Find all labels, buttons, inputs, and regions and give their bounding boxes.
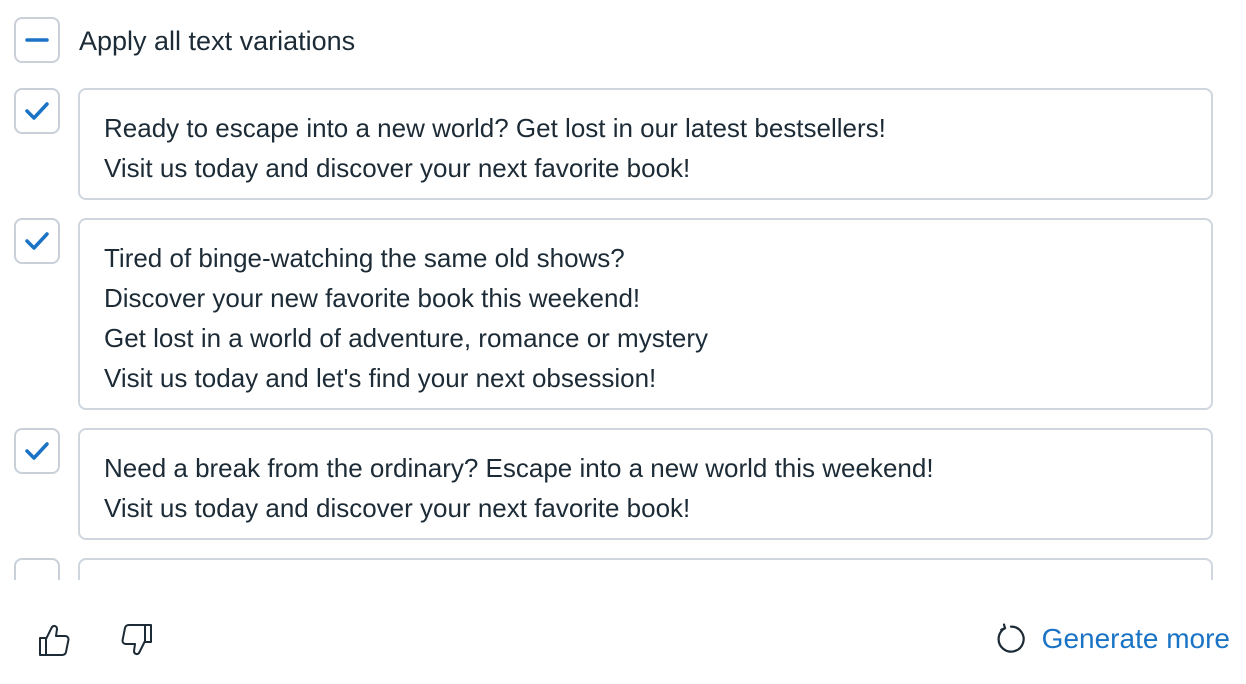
apply-all-label: Apply all text variations <box>79 26 356 56</box>
variation-checkbox-4[interactable] <box>14 558 60 580</box>
variation-line: Tired of binge-watching the same old sho… <box>104 243 625 273</box>
thumbs-up-button[interactable] <box>34 620 74 660</box>
variation-line: Ready to escape into a new world? Get lo… <box>104 113 886 143</box>
variation-line: Discover your new favorite book this wee… <box>104 283 641 313</box>
variation-card-3[interactable]: Need a break from the ordinary? Escape i… <box>78 428 1213 540</box>
variation-line: Get lost in a world of adventure, romanc… <box>104 323 709 353</box>
checkmark-icon <box>25 102 49 120</box>
refresh-icon <box>997 623 1025 653</box>
thumbs-down-icon <box>121 624 152 656</box>
apply-all-checkbox[interactable] <box>14 17 60 63</box>
variation-checkbox-2[interactable] <box>14 218 60 264</box>
generate-more-label: Generate more <box>1041 623 1230 654</box>
thumbs-up-icon <box>39 624 70 656</box>
variation-card-4[interactable] <box>78 558 1213 580</box>
checkmark-icon <box>25 442 49 460</box>
variation-card-2[interactable]: Tired of binge-watching the same old sho… <box>78 218 1213 410</box>
thumbs-down-button[interactable] <box>117 620 157 660</box>
variation-line: Visit us today and let's find your next … <box>104 363 657 393</box>
text-variations-panel: Apply all text variations Ready to escap… <box>0 0 1246 684</box>
variation-line: Visit us today and discover your next fa… <box>104 493 691 523</box>
variation-checkbox-1[interactable] <box>14 88 60 134</box>
variation-line: Visit us today and discover your next fa… <box>104 153 691 183</box>
checkmark-icon <box>25 232 49 250</box>
indeterminate-dash-icon <box>25 38 49 42</box>
variation-line: Need a break from the ordinary? Escape i… <box>104 453 934 483</box>
variation-checkbox-3[interactable] <box>14 428 60 474</box>
variation-card-1[interactable]: Ready to escape into a new world? Get lo… <box>78 88 1213 200</box>
generate-more-button[interactable]: Generate more <box>994 617 1230 661</box>
variations-list[interactable]: Ready to escape into a new world? Get lo… <box>0 80 1246 580</box>
